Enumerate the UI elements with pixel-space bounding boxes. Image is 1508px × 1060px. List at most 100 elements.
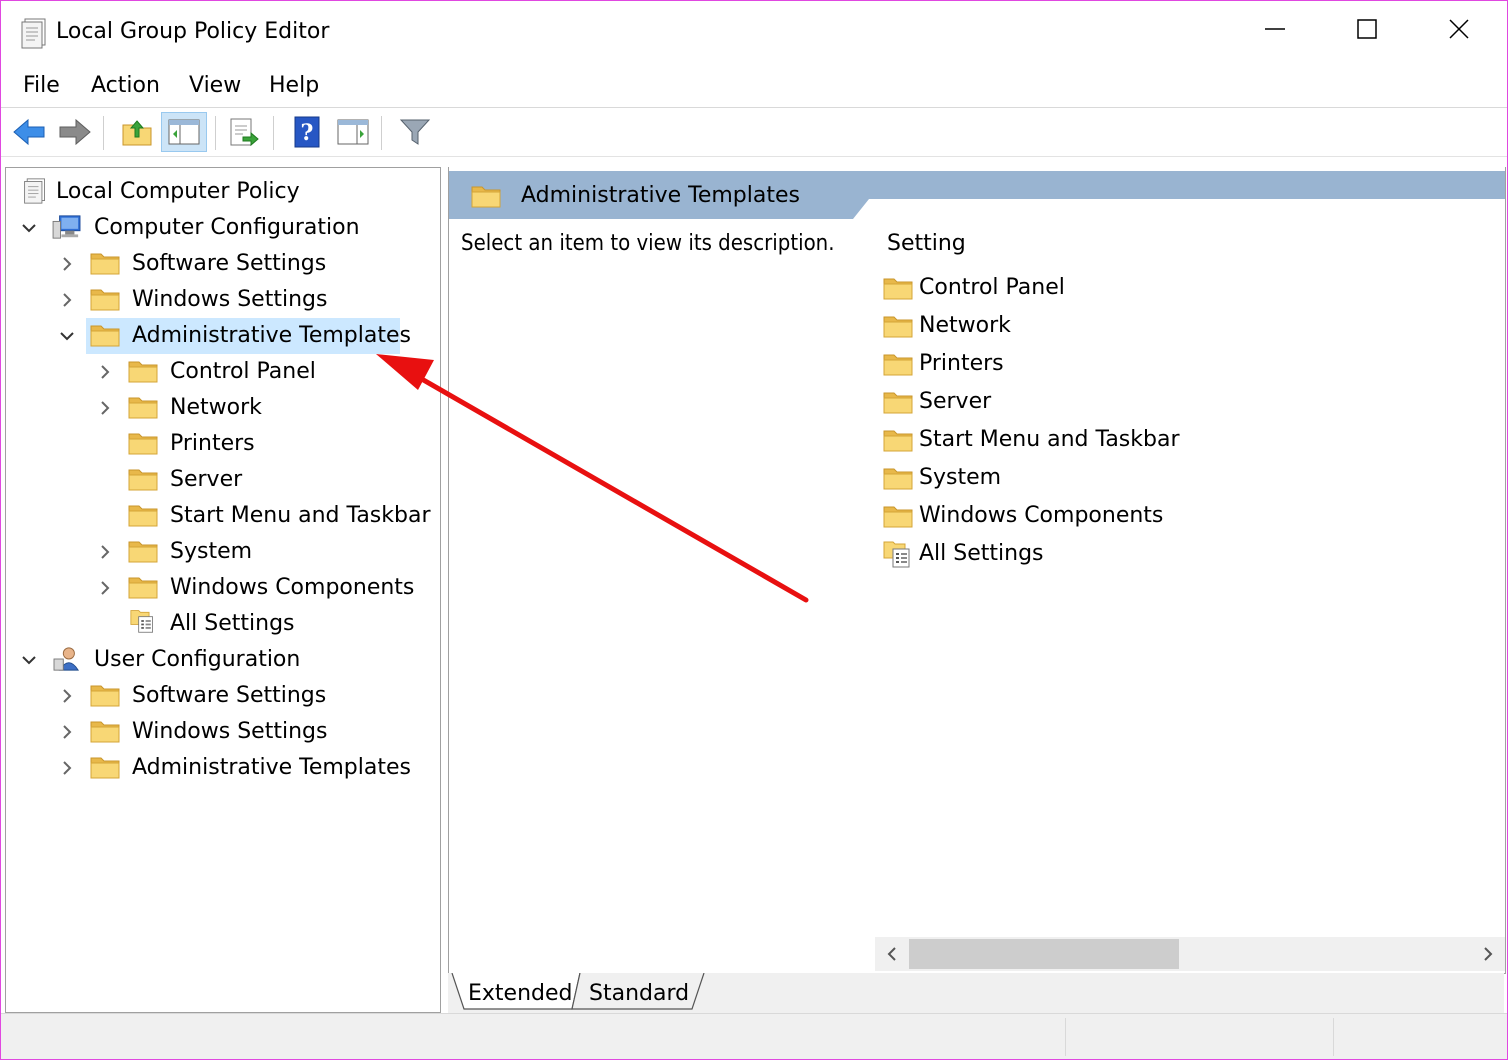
tree-item-user-software-settings[interactable]: Software Settings <box>6 678 436 714</box>
help-icon: ? <box>294 116 320 148</box>
menu-help[interactable]: Help <box>269 73 319 98</box>
tree-item-local-computer-policy[interactable]: Local Computer Policy <box>6 174 436 210</box>
folder-icon <box>128 502 158 528</box>
folder-icon <box>90 754 120 780</box>
forward-button[interactable] <box>55 112 95 152</box>
list-item-label: System <box>919 465 1002 490</box>
policy-document-icon <box>24 178 45 204</box>
chevron-down-icon[interactable] <box>20 219 38 237</box>
export-list-button[interactable] <box>223 112 263 152</box>
chevron-down-icon[interactable] <box>20 651 38 669</box>
folder-icon <box>128 430 158 456</box>
list-item-label: Server <box>919 389 992 414</box>
tree-item-user-administrative-templates[interactable]: Administrative Templates <box>6 750 436 786</box>
chevron-right-icon[interactable] <box>96 363 114 381</box>
folder-icon <box>90 718 120 744</box>
tree-item-label: All Settings <box>170 611 295 636</box>
tree-item-label: Server <box>170 467 243 492</box>
help-button[interactable]: ? <box>287 112 327 152</box>
toolbar-separator <box>381 116 382 150</box>
maximize-icon <box>1357 19 1377 39</box>
menu-view[interactable]: View <box>189 73 241 98</box>
tree-item-printers[interactable]: Printers <box>6 426 436 462</box>
chevron-down-icon[interactable] <box>58 327 76 345</box>
tree-item-user-windows-settings[interactable]: Windows Settings <box>6 714 436 750</box>
tree-item-windows-components[interactable]: Windows Components <box>6 570 436 606</box>
folder-icon <box>883 503 913 529</box>
chevron-right-icon[interactable] <box>58 759 76 777</box>
up-folder-icon <box>122 120 152 146</box>
tree-item-windows-settings[interactable]: Windows Settings <box>6 282 436 318</box>
toolbar-separator <box>215 116 216 150</box>
tree-item-network[interactable]: Network <box>6 390 436 426</box>
up-one-level-button[interactable] <box>117 112 157 152</box>
svg-text:?: ? <box>301 120 314 146</box>
computer-icon <box>52 215 81 239</box>
scrollbar-thumb[interactable] <box>909 939 1179 969</box>
all-settings-icon <box>883 539 913 569</box>
tab-extended[interactable]: Extended <box>468 981 573 1006</box>
tree-item-start-menu-and-taskbar[interactable]: Start Menu and Taskbar <box>6 498 436 534</box>
list-item-label: All Settings <box>919 541 1044 566</box>
list-item-label: Printers <box>919 351 1004 376</box>
scroll-left-icon[interactable] <box>883 945 901 963</box>
back-button[interactable] <box>9 112 49 152</box>
chevron-right-icon[interactable] <box>58 723 76 741</box>
tree-item-computer-configuration[interactable]: Computer Configuration <box>6 210 436 246</box>
tree-item-label: Software Settings <box>132 251 327 276</box>
tree-item-label: Windows Settings <box>132 287 328 312</box>
folder-icon <box>883 313 913 339</box>
tree-item-all-settings[interactable]: All Settings <box>6 606 436 642</box>
column-header-setting[interactable]: Setting <box>887 231 966 256</box>
tree-item-label: User Configuration <box>94 647 301 672</box>
tree-item-system[interactable]: System <box>6 534 436 570</box>
main-window: Local Group Policy Editor File Action Vi… <box>0 0 1508 1060</box>
tree-item-label: Software Settings <box>132 683 327 708</box>
menu-file[interactable]: File <box>23 73 60 98</box>
tree-item-label: Printers <box>170 431 255 456</box>
menu-action[interactable]: Action <box>91 73 160 98</box>
details-pane: Administrative Templates Select an item … <box>448 167 1506 974</box>
all-settings-icon <box>128 608 158 634</box>
tree-item-label: Local Computer Policy <box>56 179 300 204</box>
tab-standard[interactable]: Standard <box>589 981 689 1006</box>
maximize-button[interactable] <box>1321 1 1413 57</box>
chevron-right-icon[interactable] <box>58 291 76 309</box>
folder-icon <box>128 466 158 492</box>
title-bar: Local Group Policy Editor <box>1 1 1507 65</box>
minimize-icon <box>1265 28 1285 30</box>
list-item-label: Start Menu and Taskbar <box>919 427 1180 452</box>
toolbar-separator <box>103 116 104 150</box>
menu-bar: File Action View Help <box>1 65 1507 108</box>
chevron-right-icon[interactable] <box>58 687 76 705</box>
tree-item-software-settings[interactable]: Software Settings <box>6 246 436 282</box>
chevron-right-icon[interactable] <box>96 399 114 417</box>
close-button[interactable] <box>1413 1 1505 57</box>
tree-item-label: Windows Components <box>170 575 415 600</box>
folder-icon <box>883 465 913 491</box>
folder-icon <box>90 286 120 312</box>
filter-button[interactable] <box>395 112 435 152</box>
details-title: Administrative Templates <box>521 183 800 208</box>
tree-item-user-configuration[interactable]: User Configuration <box>6 642 436 678</box>
tree-item-label: System <box>170 539 253 564</box>
forward-arrow-icon <box>59 118 91 146</box>
user-icon <box>53 647 79 671</box>
show-action-pane-button[interactable] <box>333 112 373 152</box>
scroll-right-icon[interactable] <box>1479 945 1497 963</box>
horizontal-scrollbar[interactable] <box>875 937 1505 971</box>
show-hide-console-tree-icon <box>168 119 200 145</box>
tree-item-administrative-templates[interactable]: Administrative Templates <box>6 318 436 354</box>
toolbar-separator <box>273 116 274 150</box>
chevron-right-icon[interactable] <box>96 579 114 597</box>
folder-icon <box>128 574 158 600</box>
chevron-right-icon[interactable] <box>96 543 114 561</box>
show-hide-console-tree-button[interactable] <box>161 112 207 152</box>
tree-item-server[interactable]: Server <box>6 462 436 498</box>
show-action-pane-icon <box>337 119 369 145</box>
minimize-button[interactable] <box>1229 1 1321 57</box>
tree-item-control-panel[interactable]: Control Panel <box>6 354 436 390</box>
chevron-right-icon[interactable] <box>58 255 76 273</box>
close-icon <box>1449 19 1469 39</box>
folder-icon <box>90 322 120 348</box>
